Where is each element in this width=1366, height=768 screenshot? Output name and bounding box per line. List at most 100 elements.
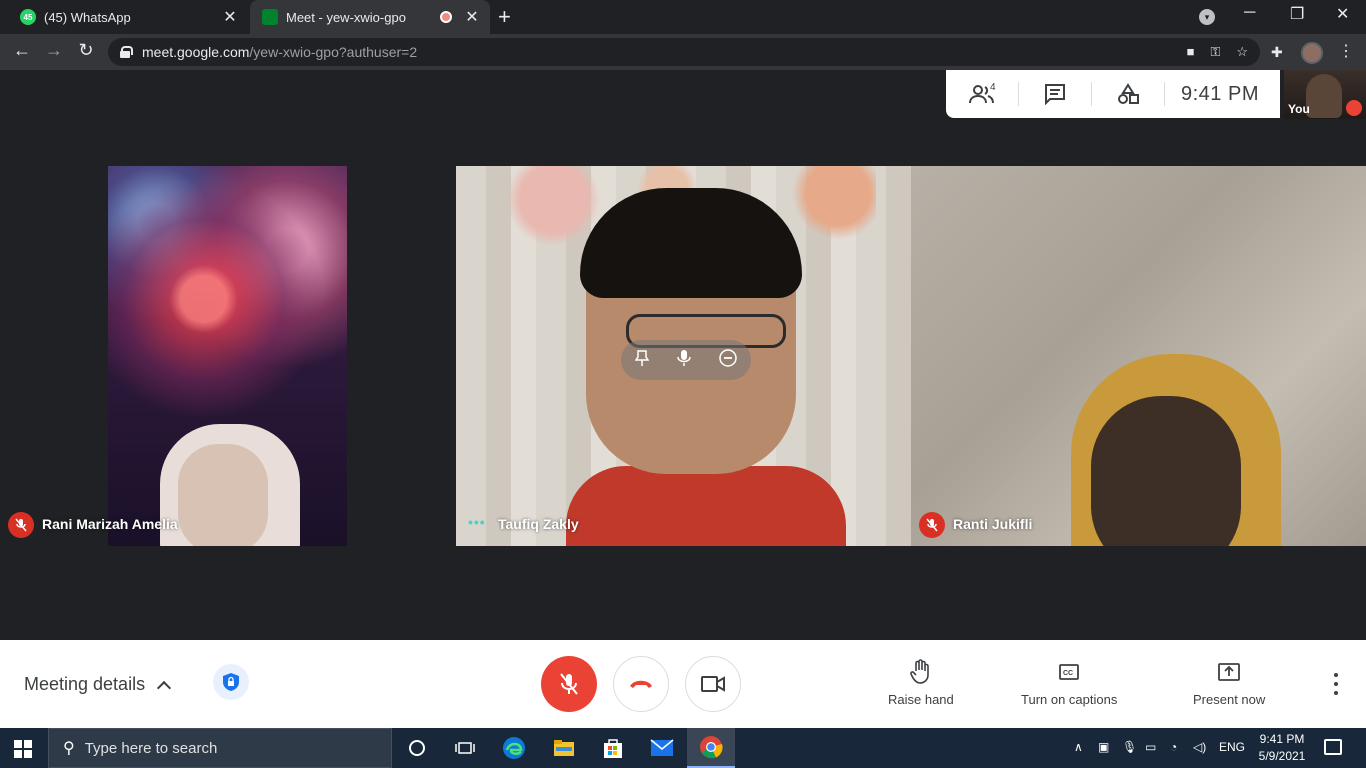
- participant-tile[interactable]: Ranti Jukifli: [911, 166, 1366, 546]
- chevron-up-icon: [157, 680, 172, 695]
- meet-stage: 4 9:41 PM You Rani Marizah Amelia ••• Ta…: [0, 70, 1366, 640]
- meet-icon: [262, 9, 278, 25]
- browser-menu-icon[interactable]: ⋮: [1338, 41, 1354, 61]
- whatsapp-icon: 45: [20, 9, 36, 25]
- restore-icon[interactable]: ❐: [1290, 4, 1304, 24]
- participant-video: [178, 444, 268, 546]
- mic-icon[interactable]: [677, 349, 691, 372]
- chat-button[interactable]: [1019, 70, 1091, 118]
- task-view-icon[interactable]: [452, 736, 478, 760]
- file-explorer-icon[interactable]: [551, 736, 577, 760]
- people-button[interactable]: 4: [946, 70, 1018, 118]
- edge-icon[interactable]: [501, 736, 527, 760]
- chrome-icon[interactable]: [687, 728, 735, 768]
- mic-off-icon: [919, 512, 945, 538]
- browser-tab-strip: 45 (45) WhatsApp ✕ Meet - yew-xwio-gpo ✕…: [0, 0, 1366, 34]
- meeting-details-label: Meeting details: [24, 674, 146, 694]
- close-icon[interactable]: ✕: [462, 7, 482, 27]
- back-icon[interactable]: ←: [10, 40, 34, 61]
- bookmark-star-icon[interactable]: ☆: [1236, 44, 1248, 60]
- tab-whatsapp[interactable]: 45 (45) WhatsApp ✕: [8, 0, 248, 34]
- close-icon[interactable]: ✕: [220, 7, 240, 27]
- volume-icon[interactable]: ◁): [1193, 740, 1206, 754]
- meet-info-bar: 4 9:41 PM: [946, 70, 1280, 118]
- present-now-label: Present now: [1193, 692, 1266, 707]
- speaking-indicator-icon: •••: [468, 514, 486, 530]
- recording-icon: [440, 11, 452, 23]
- new-tab-button[interactable]: +: [498, 4, 511, 30]
- tray-mic-icon[interactable]: 🎙: [1122, 740, 1137, 754]
- windows-taskbar: ⚲ Type here to search ∧ ▣ 🎙 ▭ ◔ ◁) ENG 9…: [0, 728, 1366, 768]
- leave-call-button[interactable]: [613, 656, 669, 712]
- participant-name: Taufiq Zakly: [498, 516, 579, 532]
- tab-title: Meet - yew-xwio-gpo: [286, 9, 406, 25]
- language-indicator[interactable]: ENG: [1219, 740, 1245, 754]
- captions-label: Turn on captions: [1021, 692, 1118, 707]
- taskbar-time: 9:41 PM: [1259, 732, 1305, 746]
- camera-toggle-button[interactable]: [685, 656, 741, 712]
- battery-icon[interactable]: ▭: [1145, 740, 1156, 754]
- meet-bottom-bar: Meeting details Raise hand CC Turn on ca…: [0, 640, 1366, 728]
- participant-tile[interactable]: ••• Taufiq Zakly: [456, 166, 911, 546]
- pin-icon[interactable]: [634, 349, 650, 372]
- whatsapp-badge: 45: [23, 12, 33, 22]
- forward-icon[interactable]: →: [42, 40, 66, 61]
- remove-icon[interactable]: [719, 348, 737, 372]
- mic-off-icon: [1346, 100, 1362, 116]
- camera-icon: [701, 676, 725, 692]
- closed-captions-icon: CC: [1059, 664, 1080, 680]
- tile-hover-controls: [621, 340, 751, 380]
- key-icon[interactable]: ⚿: [1210, 44, 1220, 60]
- chat-icon: [1045, 84, 1065, 105]
- taskbar-clock[interactable]: 9:41 PM 5/9/2021: [1252, 731, 1312, 765]
- self-view-tile[interactable]: You: [1284, 70, 1366, 119]
- hang-up-icon: [630, 680, 652, 688]
- present-now-button[interactable]: Present now: [1193, 658, 1265, 707]
- present-screen-icon: [1218, 663, 1241, 681]
- extensions-icon[interactable]: ✚: [1271, 44, 1283, 61]
- search-icon: ⚲: [63, 740, 75, 757]
- more-options-icon[interactable]: [1326, 670, 1346, 698]
- host-controls-button[interactable]: [213, 664, 249, 700]
- hand-icon: [910, 659, 929, 684]
- participant-tile[interactable]: Rani Marizah Amelia: [0, 166, 455, 546]
- participant-name: Rani Marizah Amelia: [42, 516, 178, 532]
- mic-toggle-button[interactable]: [541, 656, 597, 712]
- svg-text:CC: CC: [1063, 670, 1073, 677]
- activities-icon: [1118, 83, 1139, 104]
- taskbar-search-box[interactable]: ⚲ Type here to search: [48, 728, 392, 768]
- search-placeholder: Type here to search: [84, 739, 218, 757]
- lock-icon: [120, 46, 133, 58]
- window-close-icon[interactable]: ✕: [1336, 4, 1349, 24]
- mic-off-icon: [8, 512, 34, 538]
- cortana-icon[interactable]: [404, 736, 430, 760]
- participant-count: 4: [990, 82, 996, 93]
- minimize-icon[interactable]: ─: [1244, 4, 1255, 22]
- raise-hand-button[interactable]: Raise hand: [888, 658, 954, 707]
- taskbar-date: 5/9/2021: [1258, 749, 1306, 763]
- tray-chevron-up-icon[interactable]: ∧: [1074, 740, 1083, 754]
- reload-icon[interactable]: ↻: [74, 40, 98, 61]
- participant-video: [1091, 396, 1241, 546]
- url-host: meet.google.com: [142, 44, 250, 60]
- notification-center-icon[interactable]: [1324, 739, 1342, 755]
- mic-off-icon: [560, 673, 578, 695]
- wifi-icon[interactable]: ◔: [1170, 740, 1177, 754]
- participant-video: [566, 466, 846, 546]
- tab-search-icon[interactable]: ▾: [1199, 9, 1215, 25]
- microsoft-store-icon[interactable]: [600, 736, 626, 760]
- meeting-details-button[interactable]: Meeting details: [24, 674, 172, 695]
- activities-button[interactable]: [1092, 70, 1164, 118]
- tab-meet[interactable]: Meet - yew-xwio-gpo ✕: [250, 0, 490, 34]
- captions-button[interactable]: CC Turn on captions: [1021, 658, 1117, 707]
- profile-avatar[interactable]: [1301, 42, 1323, 64]
- raise-hand-label: Raise hand: [888, 692, 954, 707]
- address-bar[interactable]: meet.google.com /yew-xwio-gpo?authuser=2…: [108, 38, 1260, 66]
- mail-icon[interactable]: [649, 736, 675, 760]
- camera-indicator-icon[interactable]: ■: [1187, 44, 1195, 60]
- tray-device-icon[interactable]: ▣: [1098, 740, 1109, 754]
- self-video: [1306, 74, 1342, 118]
- windows-start-icon[interactable]: [14, 740, 32, 758]
- self-label: You: [1288, 102, 1310, 116]
- shield-lock-icon: [223, 673, 239, 691]
